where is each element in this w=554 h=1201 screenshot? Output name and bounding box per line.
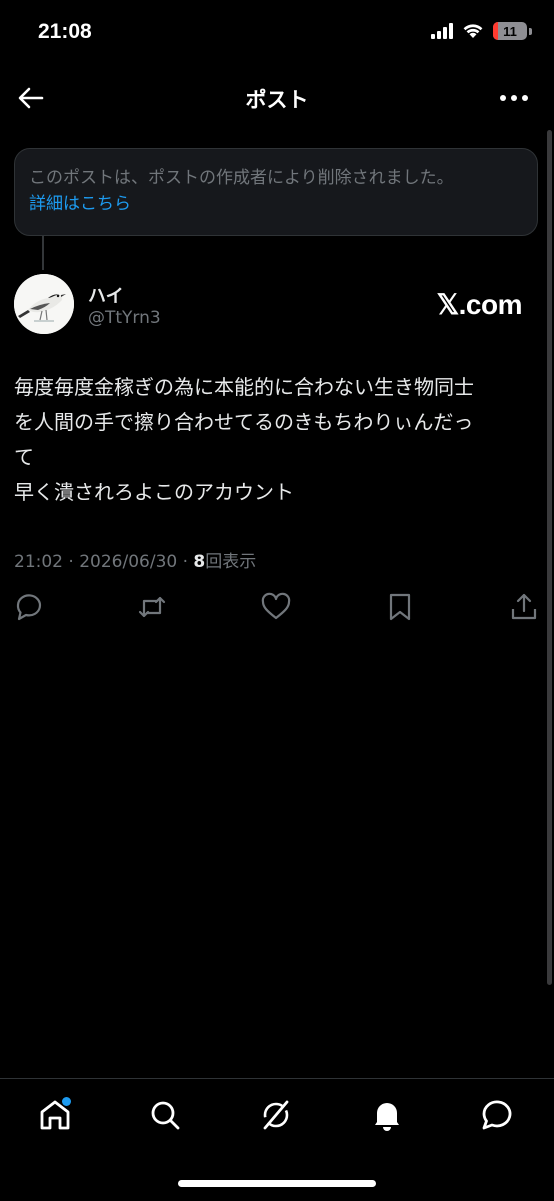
deleted-post-notice: このポストは、ポストの作成者により削除されました。 詳細はこちら	[14, 148, 538, 236]
more-options-icon[interactable]	[498, 86, 530, 110]
battery-icon: 11	[493, 22, 527, 40]
deleted-notice-text: このポストは、ポストの作成者により削除されました。	[29, 168, 454, 188]
thread-connector	[42, 236, 44, 270]
repost-icon[interactable]	[135, 590, 169, 624]
nav-messages[interactable]	[477, 1095, 517, 1135]
post-text-line: て	[14, 445, 34, 469]
page-title: ポスト	[245, 88, 309, 112]
post-actions	[0, 590, 554, 626]
wifi-icon	[463, 24, 483, 38]
cellular-signal-icon	[431, 23, 453, 39]
post-date: 2026/06/30	[79, 552, 178, 572]
status-time: 21:08	[38, 20, 92, 43]
avatar[interactable]	[14, 274, 74, 334]
view-count: 8	[193, 552, 206, 572]
meta-separator: ·	[68, 552, 74, 572]
post-text-line: 早く潰されろよこのアカウント	[14, 480, 294, 504]
like-icon[interactable]	[259, 590, 293, 624]
messages-icon	[482, 1100, 512, 1130]
notification-dot	[62, 1097, 71, 1106]
view-label[interactable]: 回表示	[205, 552, 256, 572]
author-handle[interactable]: @TtYrn3	[88, 308, 161, 328]
status-icons: 11	[431, 22, 532, 40]
nav-search[interactable]	[145, 1095, 185, 1135]
nav-grok[interactable]	[256, 1095, 296, 1135]
reply-icon[interactable]	[12, 590, 46, 624]
battery-level: 11	[503, 23, 517, 39]
meta-separator: ·	[182, 552, 189, 572]
scrollbar[interactable]	[547, 130, 552, 985]
post-text-line: 毎度毎度金稼ぎの為に本能的に合わない生き物同士	[14, 375, 474, 399]
post-time: 21:02	[14, 552, 63, 572]
post-text: 毎度毎度金稼ぎの為に本能的に合わない生き物同士 を人間の手で擦り合わせてるのきも…	[14, 370, 540, 510]
author-name[interactable]: ハイ	[88, 282, 124, 308]
x-com-watermark: 𝕏.com	[436, 289, 523, 320]
share-icon[interactable]	[507, 590, 541, 624]
bookmark-icon[interactable]	[383, 590, 417, 624]
grok-icon	[263, 1100, 289, 1130]
status-bar: 21:08 11	[0, 0, 554, 68]
top-bar: ポスト	[0, 68, 554, 128]
wagtail-bird-avatar-icon	[14, 274, 74, 334]
notifications-icon	[375, 1103, 399, 1131]
post-metadata: 21:02 · 2026/06/30 · 8回表示	[14, 547, 256, 572]
nav-home[interactable]	[35, 1095, 75, 1135]
home-indicator[interactable]	[178, 1180, 376, 1187]
post-text-line: を人間の手で擦り合わせてるのきもちわりぃんだっ	[14, 410, 474, 434]
nav-notifications[interactable]	[367, 1095, 407, 1135]
learn-more-link[interactable]: 詳細はこちら	[29, 191, 523, 217]
search-icon	[151, 1101, 180, 1130]
